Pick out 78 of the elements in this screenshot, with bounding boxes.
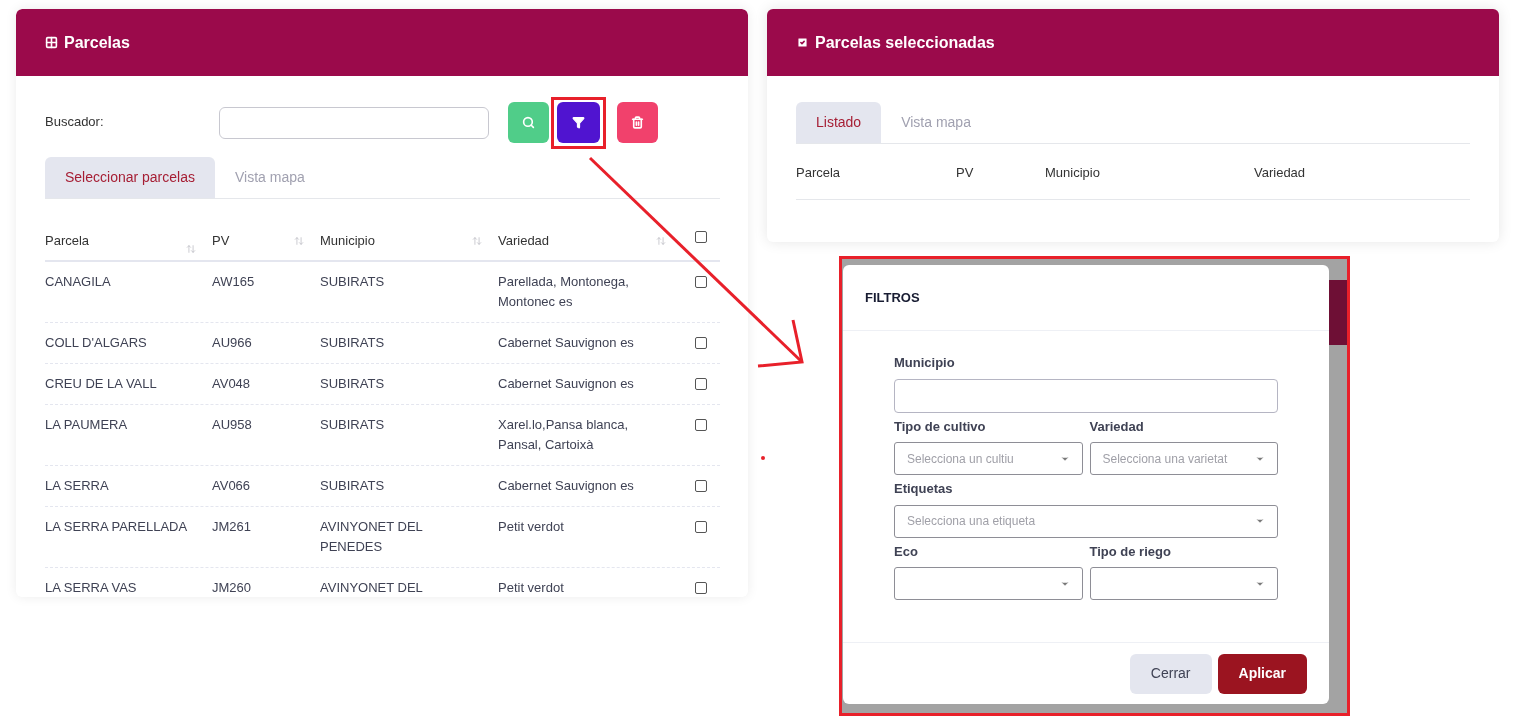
field-label: Municipio xyxy=(894,354,956,372)
tab[interactable]: Listado xyxy=(796,102,882,143)
table-cell-text: SUBIRATS xyxy=(320,334,386,352)
table-cell-text: Cabernet Sauvignon es xyxy=(498,334,635,352)
column-header: Parcela xyxy=(45,232,90,250)
table-cell-text: SUBIRATS xyxy=(320,477,386,495)
table-cell-text: AW165 xyxy=(212,273,256,291)
search-button[interactable] xyxy=(508,102,549,143)
table-cell-text: Cabernet Sauvignon es xyxy=(498,477,635,495)
column-header: Variedad xyxy=(1254,164,1306,180)
table-cell-text: CREU DE LA VALL xyxy=(45,375,158,393)
search-field[interactable] xyxy=(219,106,489,139)
select-field[interactable]: Selecciona una varietat xyxy=(1089,442,1278,475)
table-cell-text: Parellada, Montonega, Montonec es xyxy=(498,273,630,311)
checkbox[interactable] xyxy=(695,582,707,594)
column-header: Variedad xyxy=(498,232,550,250)
field-label: Tipo de cultivo xyxy=(894,417,987,436)
table-cell-text: Petit verdot xyxy=(498,518,565,536)
checkbox[interactable] xyxy=(695,276,707,288)
filter-icon xyxy=(572,116,585,129)
tab[interactable]: Seleccionar parcelas xyxy=(45,157,215,198)
table-cell-text: Petit verdot xyxy=(498,579,565,597)
dropdown-icon xyxy=(1255,516,1265,526)
table-cell-text: SUBIRATS xyxy=(320,416,386,434)
column-header: Municipio xyxy=(1045,164,1100,180)
panel-title: Parcelas xyxy=(64,32,130,53)
table-cell-text: AVINYONET DEL PENEDES xyxy=(320,518,424,556)
column-header: PV xyxy=(956,164,974,180)
field-label: Eco xyxy=(894,542,919,561)
checkbox[interactable] xyxy=(695,521,707,533)
select-field[interactable] xyxy=(1089,567,1278,600)
dialog-button[interactable]: Aplicar xyxy=(1217,653,1307,694)
tab[interactable]: Vista mapa xyxy=(881,102,991,143)
checkbox[interactable] xyxy=(695,419,707,431)
table-cell-text: AV048 xyxy=(212,375,252,393)
select-field[interactable] xyxy=(894,567,1083,600)
text-field[interactable] xyxy=(894,378,1278,413)
field-label: Tipo de riego xyxy=(1089,542,1172,561)
table-cell-text: LA SERRA xyxy=(45,477,110,495)
table-cell-text: COLL D'ALGARS xyxy=(45,334,148,352)
filter-button[interactable] xyxy=(557,102,600,143)
annotation-dot xyxy=(761,456,765,460)
table-cell-text: AU958 xyxy=(212,416,253,434)
search-label: Buscador: xyxy=(45,113,105,131)
table-cell-text: Cabernet Sauvignon es xyxy=(498,375,635,393)
table-cell-text: LA PAUMERA xyxy=(45,416,129,434)
delete-button[interactable] xyxy=(617,102,658,143)
checkbox[interactable] xyxy=(695,378,707,390)
table-cell-text: AU966 xyxy=(212,334,253,352)
table-cell-text: JM260 xyxy=(212,579,253,597)
table-cell-text: CANAGILA xyxy=(45,273,112,291)
backdrop-header xyxy=(1329,280,1347,345)
table-cell-text: SUBIRATS xyxy=(320,375,386,393)
table-cell-text: LA SERRA PARELLADA xyxy=(45,518,189,536)
panel-title: Parcelas seleccionadas xyxy=(815,32,995,53)
column-header: Parcela xyxy=(796,164,841,180)
checkbox-icon xyxy=(796,36,809,49)
select-field[interactable]: Selecciona una etiqueta xyxy=(894,504,1278,538)
field-label: Variedad xyxy=(1089,417,1145,436)
table-cell-text: AVINYONET DEL xyxy=(320,579,424,597)
trash-icon xyxy=(631,116,644,129)
checkbox[interactable] xyxy=(695,480,707,492)
table-cell-text: SUBIRATS xyxy=(320,273,386,291)
column-header: PV xyxy=(212,232,230,250)
grid-icon xyxy=(45,36,58,49)
dialog-title: FILTROS xyxy=(865,288,920,307)
select-field[interactable]: Selecciona un cultiu xyxy=(894,442,1083,475)
table-cell-text: JM261 xyxy=(212,518,253,536)
table-cell-text: AV066 xyxy=(212,477,252,495)
field-label: Etiquetas xyxy=(894,480,954,498)
tab[interactable]: Vista mapa xyxy=(214,157,325,198)
column-header: Municipio xyxy=(320,232,375,250)
dialog-button[interactable]: Cerrar xyxy=(1129,653,1212,694)
table-cell-text: LA SERRA VAS xyxy=(45,579,138,597)
table-cell-text: Xarel.lo,Pansa blanca, Pansal, Cartoixà xyxy=(498,416,630,454)
checkbox[interactable] xyxy=(695,337,707,349)
checkbox[interactable] xyxy=(695,231,707,243)
search-icon xyxy=(522,116,535,129)
